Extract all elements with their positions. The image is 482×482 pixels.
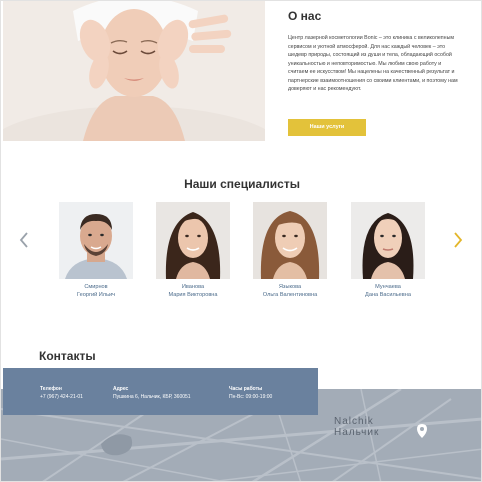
specialist-name: Иванова Мария Викторовна [156,284,230,299]
contact-info-bar: Телефон +7 (967) 424-21-01 Адрес Пушкина… [3,368,318,415]
address-value: Пушкина 6, Нальчик, КБР, 360051 [113,394,191,400]
specialist-surname: Мунчаева [375,284,401,290]
chevron-right-icon[interactable] [453,232,463,252]
phone-value[interactable]: +7 (967) 424-21-01 [40,393,83,401]
map-city-latin: Nalchik [334,416,374,427]
our-services-button[interactable]: Наши услуги [288,119,366,136]
map-city-cyrillic: Нальчик [334,427,380,438]
specialist-given-names: Дана Васильевна [365,291,411,298]
specialist-given-names: Ольга Валентиновна [262,291,318,298]
specialist-photo [59,202,133,279]
about-title: О нас [288,9,322,23]
address-label: Адрес [113,386,129,392]
specialist-card[interactable]: Мунчаева Дана Васильевна [351,202,425,299]
specialist-given-names: Мария Викторовна [168,291,218,298]
specialist-photo [253,202,327,279]
specialist-surname: Языкова [278,284,302,290]
specialists-title: Наши специалисты [184,177,300,191]
about-section: О нас Центр лазерной косметологии Bonic … [1,1,481,145]
contact-phone: Телефон +7 (967) 424-21-01 [40,385,83,401]
contact-address: Адрес Пушкина 6, Нальчик, КБР, 360051 [113,385,191,401]
specialist-photo [351,202,425,279]
about-photo [3,1,265,141]
contacts-title: Контакты [39,349,96,363]
specialist-name: Смирнов Георгий Ильич [59,284,133,299]
specialist-card[interactable]: Смирнов Георгий Ильич [59,202,133,299]
page: О нас Центр лазерной косметологии Bonic … [0,0,482,482]
specialist-name: Мунчаева Дана Васильевна [351,284,425,299]
specialist-card[interactable]: Языкова Ольга Валентиновна [253,202,327,299]
about-text: Центр лазерной косметологии Bonic – это … [288,35,458,92]
specialist-surname: Иванова [181,284,205,290]
specialist-photo [156,202,230,279]
contact-hours: Часы работы Пн-Вс: 09:00-19:00 [229,385,272,401]
chevron-left-icon[interactable] [19,232,29,252]
phone-label: Телефон [40,386,62,392]
specialist-card[interactable]: Иванова Мария Викторовна [156,202,230,299]
hours-value: Пн-Вс: 09:00-19:00 [229,394,273,400]
specialist-given-names: Георгий Ильич [76,291,116,298]
specialist-surname: Смирнов [84,284,108,290]
specialist-name: Языкова Ольга Валентиновна [253,284,327,299]
hours-label: Часы работы [229,386,263,392]
